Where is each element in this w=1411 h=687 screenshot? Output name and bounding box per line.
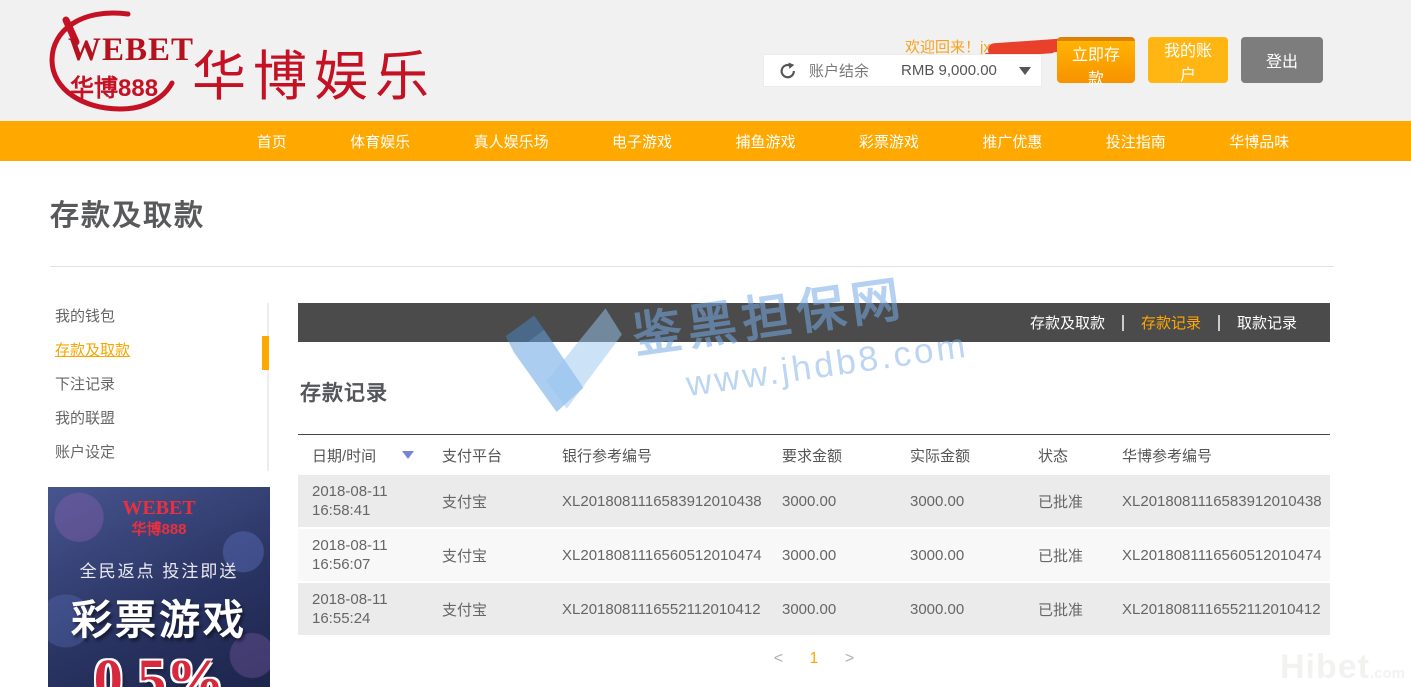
balance-dropdown-arrow-icon[interactable]: [1019, 67, 1031, 75]
table-row: 2018-08-1116:56:07 支付宝 XL201808111656051…: [298, 528, 1330, 582]
nav-item-home[interactable]: 首页: [257, 131, 287, 152]
cell-site-ref: XL2018081116583912010438: [1108, 475, 1330, 528]
deposit-now-button[interactable]: 立即存款: [1057, 37, 1135, 83]
nav-item-fishing[interactable]: 捕鱼游戏: [735, 131, 795, 152]
balance-label: 账户结余: [809, 60, 869, 81]
site-logo[interactable]: WEBET 华博888 华博娱乐: [42, 6, 462, 116]
logo-brand-text: WEBET: [68, 32, 194, 69]
balance-value: RMB 9,000.00: [901, 62, 997, 79]
sidebar-active-marker: [262, 336, 269, 370]
nav-item-brand[interactable]: 华博品味: [1229, 131, 1289, 152]
nav-item-lottery[interactable]: 彩票游戏: [859, 131, 919, 152]
sidebar-item-bet-records[interactable]: 下注记录: [55, 373, 130, 394]
sidebar-item-deposit-withdraw[interactable]: 存款及取款: [55, 339, 130, 360]
column-header-datetime[interactable]: 日期/时间: [298, 435, 428, 476]
pagination: < 1 >: [298, 650, 1330, 668]
title-divider: [50, 266, 1334, 267]
account-sidebar: 我的钱包 存款及取款 下注记录 我的联盟 账户设定: [55, 305, 130, 475]
cell-status: 已批准: [1024, 475, 1108, 528]
cell-actual-amount: 3000.00: [896, 475, 1024, 528]
cell-actual-amount: 3000.00: [896, 582, 1024, 636]
banner-title: 彩票游戏: [48, 586, 270, 646]
page-title: 存款及取款: [50, 192, 205, 234]
balance-widget[interactable]: 账户结余 RMB 9,000.00: [763, 54, 1042, 87]
cell-request-amount: 3000.00: [768, 528, 896, 582]
table-row: 2018-08-1116:55:24 支付宝 XL201808111655211…: [298, 582, 1330, 636]
tab-deposit-records[interactable]: 存款记录: [1124, 312, 1218, 333]
logo-mark: WEBET 华博888: [42, 6, 192, 114]
records-tab-bar: 存款及取款 存款记录 取款记录: [298, 303, 1330, 342]
my-account-button[interactable]: 我的账户: [1148, 37, 1228, 83]
banner-brand-sub-text: 华博888: [48, 518, 270, 539]
cell-platform: 支付宝: [428, 582, 548, 636]
nav-item-betting-guide[interactable]: 投注指南: [1106, 131, 1166, 152]
cell-bank-ref: XL2018081116560512010474: [548, 528, 768, 582]
sidebar-item-my-affiliate[interactable]: 我的联盟: [55, 407, 130, 428]
cell-status: 已批准: [1024, 528, 1108, 582]
sidebar-item-account-settings[interactable]: 账户设定: [55, 441, 130, 462]
logo-brand-sub-text: 华博888: [70, 68, 158, 103]
pagination-next[interactable]: >: [845, 650, 854, 667]
table-row: 2018-08-1116:58:41 支付宝 XL201808111658391…: [298, 475, 1330, 528]
header-buttons: 立即存款 我的账户 登出: [1057, 37, 1323, 83]
nav-item-live-casino[interactable]: 真人娱乐场: [474, 131, 549, 152]
pagination-prev[interactable]: <: [774, 650, 783, 667]
cell-bank-ref: XL2018081116583912010438: [548, 475, 768, 528]
banner-rate: 0.5%: [48, 646, 270, 687]
cell-site-ref: XL2018081116552112010412: [1108, 582, 1330, 636]
hibet-watermark-suffix: .com: [1370, 665, 1405, 682]
cell-datetime: 2018-08-1116:56:07: [298, 528, 428, 582]
deposit-records-table: 日期/时间 支付平台 银行参考编号 要求金额 实际金额 状态 华博参考编号 20…: [298, 434, 1330, 637]
promo-banner[interactable]: WEBET 华博888 全民返点 投注即送 彩票游戏 0.5%: [48, 487, 270, 687]
banner-tagline: 全民返点 投注即送: [48, 557, 270, 582]
cell-actual-amount: 3000.00: [896, 528, 1024, 582]
cell-status: 已批准: [1024, 582, 1108, 636]
cell-request-amount: 3000.00: [768, 582, 896, 636]
banner-brand-text: WEBET: [48, 497, 270, 520]
nav-item-sports[interactable]: 体育娱乐: [350, 131, 410, 152]
tab-withdraw-records[interactable]: 取款记录: [1220, 312, 1314, 333]
cell-request-amount: 3000.00: [768, 475, 896, 528]
main-panel: 存款及取款 存款记录 取款记录 存款记录 日期/时间 支付平台 银行参考编号 要…: [298, 303, 1330, 668]
main-nav: 首页 体育娱乐 真人娱乐场 电子游戏 捕鱼游戏 彩票游戏 推广优惠 投注指南 华…: [0, 121, 1411, 161]
site-name-text: 华博娱乐: [192, 32, 436, 111]
cell-datetime: 2018-08-1116:58:41: [298, 475, 428, 528]
sidebar-item-my-wallet[interactable]: 我的钱包: [55, 305, 130, 326]
pagination-current-page[interactable]: 1: [810, 650, 819, 667]
refresh-icon[interactable]: [779, 62, 797, 80]
banner-logo: WEBET 华博888: [48, 497, 270, 549]
sidebar-divider: [267, 303, 269, 471]
table-header-row: 日期/时间 支付平台 银行参考编号 要求金额 实际金额 状态 华博参考编号: [298, 435, 1330, 476]
cell-datetime: 2018-08-1116:55:24: [298, 582, 428, 636]
logout-button[interactable]: 登出: [1241, 37, 1323, 83]
cell-site-ref: XL2018081116560512010474: [1108, 528, 1330, 582]
nav-item-slots[interactable]: 电子游戏: [612, 131, 672, 152]
column-header-bank-ref: 银行参考编号: [548, 435, 768, 476]
cell-bank-ref: XL2018081116552112010412: [548, 582, 768, 636]
column-header-status: 状态: [1024, 435, 1108, 476]
site-header: WEBET 华博888 华博娱乐 欢迎回来！jx 账户结余 RMB 9,000.…: [0, 0, 1411, 121]
section-title: 存款记录: [300, 377, 1330, 407]
sort-desc-icon[interactable]: [402, 451, 414, 459]
tab-deposit-withdraw[interactable]: 存款及取款: [1013, 312, 1122, 333]
cell-platform: 支付宝: [428, 528, 548, 582]
nav-item-promotions[interactable]: 推广优惠: [982, 131, 1042, 152]
column-header-actual-amount: 实际金额: [896, 435, 1024, 476]
column-header-request-amount: 要求金额: [768, 435, 896, 476]
column-header-platform: 支付平台: [428, 435, 548, 476]
cell-platform: 支付宝: [428, 475, 548, 528]
column-header-site-ref: 华博参考编号: [1108, 435, 1330, 476]
